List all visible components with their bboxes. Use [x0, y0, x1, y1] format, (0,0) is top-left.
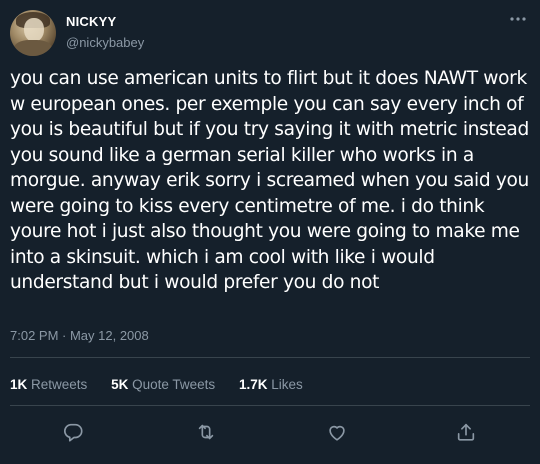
quote-tweets-count: 5K: [111, 377, 129, 392]
quote-tweets-stat[interactable]: 5K Quote Tweets: [111, 377, 215, 392]
avatar-face: [24, 18, 44, 42]
retweets-stat[interactable]: 1K Retweets: [10, 377, 87, 392]
likes-stat[interactable]: 1.7K Likes: [239, 377, 303, 392]
avatar[interactable]: [10, 10, 56, 56]
tweet-stats: 1K Retweets 5K Quote Tweets 1.7K Likes: [10, 377, 323, 392]
tweet-text: you can use american units to flirt but …: [10, 68, 535, 293]
reply-icon[interactable]: [62, 421, 84, 443]
likes-label: Likes: [271, 377, 303, 392]
quote-tweets-label: Quote Tweets: [132, 377, 216, 392]
tweet-timestamp[interactable]: 7:02 PM · May 12, 2008: [10, 328, 149, 343]
divider-top: [10, 357, 530, 358]
heart-icon[interactable]: [326, 421, 348, 443]
avatar-body: [14, 40, 52, 56]
author-name[interactable]: NICKYY: [66, 14, 116, 29]
retweets-label: Retweets: [31, 377, 88, 392]
divider-bottom: [10, 405, 530, 406]
tweet-card: NICKYY @nickybabey you can use american …: [0, 0, 540, 464]
more-horizontal-icon[interactable]: [509, 12, 527, 22]
author-handle[interactable]: @nickybabey: [66, 35, 144, 50]
likes-count: 1.7K: [238, 377, 268, 392]
retweets-count: 1K: [10, 377, 28, 392]
share-icon[interactable]: [455, 421, 477, 443]
retweet-icon[interactable]: [195, 421, 217, 443]
